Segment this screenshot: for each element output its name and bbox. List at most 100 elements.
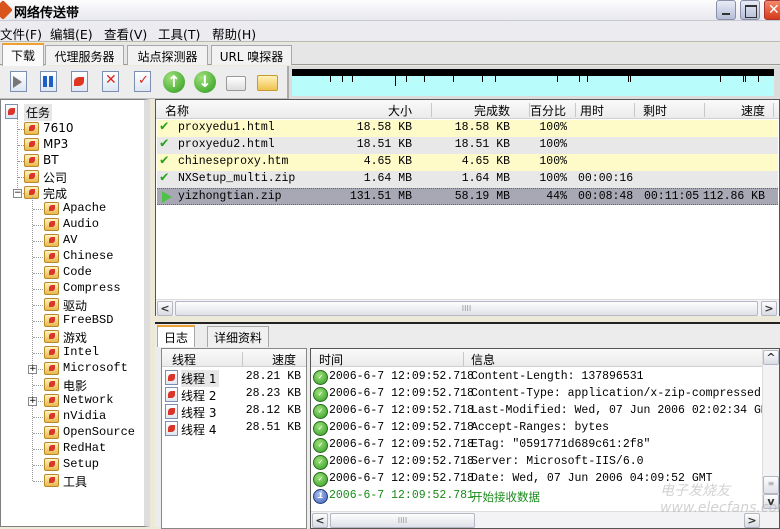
expand-icon[interactable]: + <box>28 397 37 406</box>
maximize-button[interactable] <box>740 0 760 20</box>
tree-node-label: 游戏 <box>63 332 88 346</box>
folder-icon <box>44 314 59 327</box>
close-button[interactable] <box>764 0 780 20</box>
scroll-thumb[interactable]: IIII <box>330 513 475 528</box>
col-separator[interactable] <box>431 103 432 117</box>
tab-url-sniffer[interactable]: URL 嗅探器 <box>211 45 292 65</box>
tree-node-label: Network <box>63 393 114 407</box>
col-separator[interactable] <box>529 103 530 117</box>
file-name: proxyedu2.html <box>178 138 275 151</box>
thread-col-speed[interactable]: 速度 <box>272 351 296 368</box>
download-list: 名称 大小 完成数 百分比 用时 剩时 速度 ✔ proxyedu1.html 18.58 KB… <box>155 99 780 316</box>
menu-help[interactable]: 帮助(H) <box>212 24 256 43</box>
tab-site-probe[interactable]: 站点探测器 <box>127 45 208 65</box>
file-row[interactable]: ✔ proxyedu1.html 18.58 KB 18.58 KB 100% <box>157 120 778 137</box>
log-vscrollbar[interactable]: ^ ≡ v <box>762 349 779 511</box>
menu-view[interactable]: 查看(V) <box>104 24 147 43</box>
scroll-up-button[interactable]: ^ <box>763 350 779 365</box>
ok-icon: ✓ <box>313 404 328 419</box>
tab-log[interactable]: 日志 <box>157 325 196 347</box>
tree-node-label: AV <box>63 233 78 247</box>
folder-icon <box>44 362 59 375</box>
complete-icon: ✔ <box>160 119 169 135</box>
scroll-down-button[interactable]: v <box>763 494 779 509</box>
thread-row[interactable]: 线程 1 28.21 KB <box>165 369 303 387</box>
scroll-left-button[interactable]: < <box>157 301 173 316</box>
expand-icon[interactable]: + <box>28 365 37 374</box>
log-col-info[interactable]: 信息 <box>471 351 495 368</box>
graph-tick <box>758 76 759 82</box>
folder-icon <box>44 298 59 311</box>
delete-icon: ✕ <box>102 71 119 92</box>
check-button[interactable]: ✓ <box>130 70 154 94</box>
col-header[interactable]: 速度 <box>705 102 765 119</box>
file-row[interactable]: ✔ chineseproxy.htm 4.65 KB 4.65 KB 100% <box>157 154 778 171</box>
collapse-icon[interactable]: − <box>13 189 22 198</box>
log-message: Content-Length: 137896531 <box>471 370 644 383</box>
move-down-button[interactable]: ↓ <box>193 70 217 94</box>
col-separator[interactable] <box>634 103 635 117</box>
scroll-thumb[interactable]: IIII <box>175 301 758 316</box>
detail-panel: 日志 详细资料 线程 速度 线程 1 28.21 KB 线程 2 28.23 KB 线程… <box>155 322 780 529</box>
folder-icon <box>257 75 278 91</box>
start-button[interactable] <box>6 70 30 94</box>
thread-row[interactable]: 线程 4 28.51 KB <box>165 420 303 437</box>
menu-edit[interactable]: 编辑(E) <box>50 24 93 43</box>
file-row[interactable]: yizhongtian.zip 131.51 MB 58.19 MB 44% 00:08… <box>157 188 778 205</box>
file-row[interactable]: ✔ proxyedu2.html 18.51 KB 18.51 KB 100% <box>157 137 778 154</box>
task-icon <box>5 104 18 119</box>
col-header[interactable]: 大小 <box>352 102 412 119</box>
col-separator[interactable] <box>773 103 774 117</box>
pause-button[interactable] <box>36 70 60 94</box>
col-header[interactable]: 用时 <box>580 102 604 119</box>
col-separator[interactable] <box>704 103 705 117</box>
tree-node-label: MP3 <box>43 137 69 151</box>
download-button[interactable] <box>67 70 91 94</box>
graph-tick <box>395 76 396 86</box>
category-tree: 任务 7610 MP3 BT 公司 完成 − Apache Audio AV Chinese Code… <box>0 99 150 527</box>
col-header[interactable]: 剩时 <box>643 102 667 119</box>
list-hscrollbar[interactable]: < IIII > <box>156 299 779 316</box>
tray-icon[interactable] <box>664 1 692 17</box>
col-separator[interactable] <box>575 103 576 117</box>
graph-tick <box>720 76 721 82</box>
tab-download[interactable]: 下载 <box>2 43 44 66</box>
tree-line <box>33 273 43 274</box>
main-tabs: 下载 代理服务器 站点探测器 URL 嗅探器 <box>0 43 780 66</box>
thread-row[interactable]: 线程 2 28.23 KB <box>165 386 303 403</box>
graph-tick <box>579 76 580 82</box>
log-col-time[interactable]: 时间 <box>319 351 343 368</box>
window-title: 网络传送带 <box>14 6 80 21</box>
log-time: 2006-6-7 12:09:52.718 <box>329 472 474 485</box>
col-header[interactable]: 名称 <box>165 102 189 119</box>
graph-tick <box>495 76 496 82</box>
ok-icon: ✓ <box>313 387 328 402</box>
thread-row[interactable]: 线程 3 28.12 KB <box>165 403 303 420</box>
file-row[interactable]: ✔ NXSetup_multi.zip 1.64 MB 1.64 MB 100% 00:0… <box>157 171 778 188</box>
scroll-right-button[interactable]: > <box>761 301 777 316</box>
scroll-thumb[interactable]: ≡ <box>763 476 779 494</box>
folder-icon <box>24 154 39 167</box>
scroll-left-button[interactable]: < <box>312 513 328 528</box>
move-up-button[interactable]: ↑ <box>162 70 186 94</box>
graph-tick <box>745 76 746 82</box>
menu-tools[interactable]: 工具(T) <box>158 24 200 43</box>
delete-button[interactable]: ✕ <box>98 70 122 94</box>
tab-proxy[interactable]: 代理服务器 <box>45 45 124 65</box>
col-header[interactable]: 百分比 <box>506 102 566 119</box>
col-header[interactable]: 完成数 <box>450 102 510 119</box>
list-header: 名称 大小 完成数 百分比 用时 剩时 速度 <box>156 100 779 119</box>
file-percent: 100% <box>539 138 567 151</box>
folder-icon <box>44 426 59 439</box>
menu-file[interactable]: 文件(F) <box>0 24 42 43</box>
open-folder-button[interactable] <box>224 70 248 94</box>
file-name: yizhongtian.zip <box>178 190 282 203</box>
tree-line <box>33 241 43 242</box>
thread-col-name[interactable]: 线程 <box>172 351 196 368</box>
log-hscrollbar[interactable]: < IIII > <box>311 511 779 528</box>
scroll-right-button[interactable]: > <box>744 513 760 528</box>
minimize-button[interactable] <box>716 0 736 20</box>
tab-details[interactable]: 详细资料 <box>207 326 270 347</box>
folder-button[interactable] <box>255 70 279 94</box>
graph-tick <box>482 76 483 82</box>
